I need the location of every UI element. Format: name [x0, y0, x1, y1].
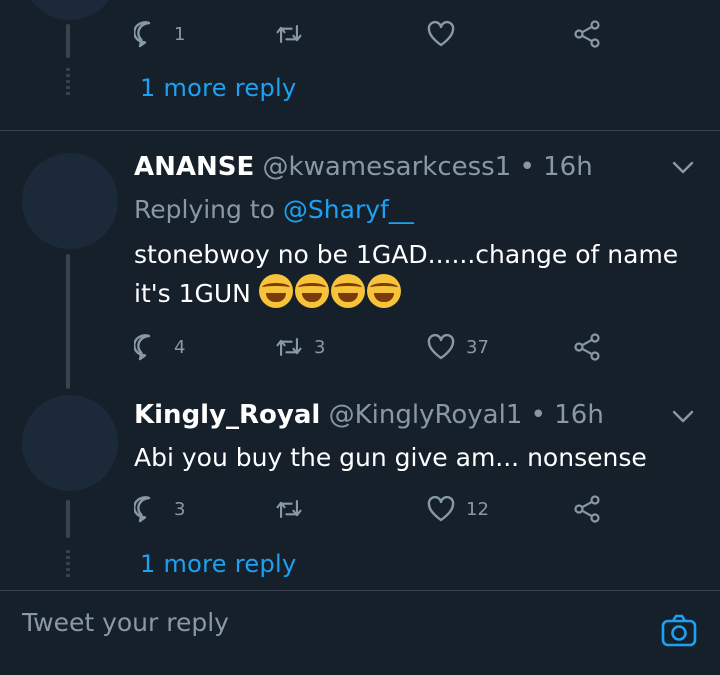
tears-of-joy-emoji: [330, 274, 365, 308]
reply-icon: [134, 21, 151, 48]
share-button[interactable]: [572, 491, 602, 527]
share-button[interactable]: [572, 16, 602, 52]
thread-line: [66, 24, 70, 58]
chevron-down-icon[interactable]: [670, 154, 696, 180]
tweet-text: Abi you buy the gun give am... nonsense: [134, 443, 647, 472]
reply-input[interactable]: Tweet your reply: [22, 608, 229, 637]
reply-button[interactable]: 4: [134, 329, 185, 365]
action-bar: 1: [134, 16, 604, 52]
like-button[interactable]: 37: [426, 329, 489, 365]
reply-count: 3: [174, 498, 186, 520]
chevron-down-icon[interactable]: [670, 403, 696, 429]
thread-line: [66, 500, 70, 538]
more-replies-link[interactable]: 1 more reply: [140, 74, 297, 102]
handle[interactable]: @KinglyRoyal1: [329, 400, 523, 430]
avatar[interactable]: [22, 0, 118, 20]
heart-icon: [427, 20, 455, 47]
tears-of-joy-emoji: [294, 274, 329, 308]
avatar[interactable]: [22, 395, 118, 491]
display-name[interactable]: ANANSE: [134, 152, 254, 182]
retweet-icon: [276, 338, 302, 356]
divider: [0, 130, 720, 131]
action-bar: 3 12: [134, 491, 604, 527]
reply-count: 1: [174, 23, 186, 45]
tears-of-joy-emoji: [366, 274, 401, 308]
share-icon: [574, 495, 600, 523]
retweet-button[interactable]: 3: [274, 329, 325, 365]
share-button[interactable]: [572, 329, 602, 365]
mention-link[interactable]: @Sharyf__: [283, 195, 414, 224]
heart-icon: [427, 333, 455, 360]
like-button[interactable]: 12: [426, 491, 489, 527]
like-button[interactable]: [426, 16, 456, 52]
reply-button[interactable]: 1: [134, 16, 185, 52]
tweet-text-line: stonebwoy no be 1GAD......change of name: [134, 240, 679, 269]
thread-dots: [66, 68, 70, 95]
tweet-header: Kingly_Royal @KinglyRoyal1 • 16h: [134, 400, 604, 430]
share-icon: [574, 20, 600, 48]
tweet-header: ANANSE @kwamesarkcess1 • 16h: [134, 152, 593, 182]
replying-prefix: Replying to: [134, 195, 275, 224]
camera-icon[interactable]: [660, 612, 698, 650]
retweet-icon: [276, 500, 302, 518]
retweet-count: 3: [314, 336, 326, 358]
retweet-button[interactable]: [274, 16, 304, 52]
retweet-button[interactable]: [274, 491, 304, 527]
retweet-icon: [276, 25, 302, 43]
replying-to: Replying to @Sharyf__: [134, 195, 414, 224]
display-name[interactable]: Kingly_Royal: [134, 400, 320, 430]
separator: •: [519, 152, 535, 182]
separator: •: [530, 400, 546, 430]
divider: [0, 590, 720, 591]
reply-icon: [134, 496, 151, 523]
timestamp: 16h: [554, 400, 604, 430]
thread-dots: [66, 550, 70, 577]
avatar[interactable]: [22, 153, 118, 249]
heart-icon: [427, 495, 455, 522]
tweet-text-line: it's 1GUN: [134, 274, 678, 313]
share-icon: [574, 333, 600, 361]
more-replies-link[interactable]: 1 more reply: [140, 550, 297, 578]
tears-of-joy-emoji: [258, 274, 293, 308]
tweet-text: stonebwoy no be 1GAD......change of name…: [134, 235, 678, 313]
like-count: 12: [466, 498, 489, 520]
reply-icon: [134, 334, 151, 361]
reply-count: 4: [174, 336, 186, 358]
timestamp: 16h: [543, 152, 593, 182]
action-bar: 4 3 37: [134, 329, 604, 365]
thread-line: [66, 254, 70, 389]
compose-bar: Tweet your reply: [0, 590, 720, 675]
like-count: 37: [466, 336, 489, 358]
reply-button[interactable]: 3: [134, 491, 185, 527]
handle[interactable]: @kwamesarkcess1: [263, 152, 512, 182]
